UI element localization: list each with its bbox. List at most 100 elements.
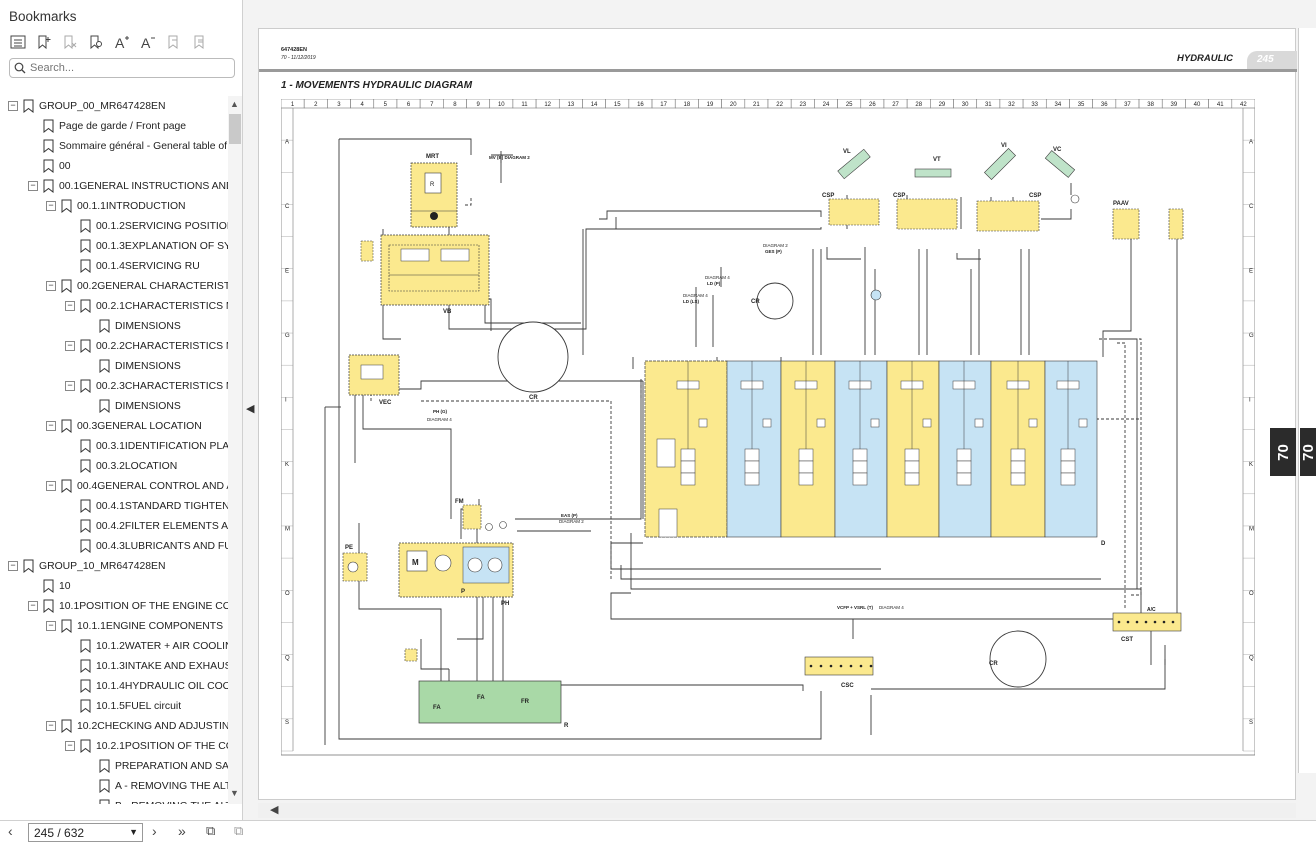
- bookmark-item[interactable]: − GROUP_00_MR647428EN: [8, 96, 165, 116]
- bookmark-item[interactable]: − 00.1GENERAL INSTRUCTIONS AND SA: [28, 176, 228, 196]
- svg-text:A: A: [141, 35, 151, 50]
- row-label: Q: [285, 655, 290, 661]
- spool-cell: [744, 448, 760, 462]
- add-bookmark-icon[interactable]: [34, 33, 54, 51]
- last-page-icon[interactable]: »: [178, 823, 186, 839]
- column-label: 19: [707, 102, 714, 108]
- collapse-toggle-icon[interactable]: −: [28, 181, 38, 191]
- page-selector[interactable]: 245 / 632 ▼: [28, 823, 143, 842]
- bookmark-item[interactable]: − 00.1.1INTRODUCTION: [46, 196, 186, 216]
- horizontal-scrollbar[interactable]: ◀: [258, 803, 1296, 818]
- collapse-toggle-icon[interactable]: −: [65, 341, 75, 351]
- bookmark-item[interactable]: − 10.1.1ENGINE COMPONENTS: [46, 616, 223, 636]
- port-dot: [859, 664, 863, 668]
- port-dot: [1162, 620, 1166, 624]
- bookmark-item[interactable]: − 00.2.2CHARACTERISTICS MRT: [65, 336, 228, 356]
- bookmark-item[interactable]: 10.1.4HYDRAULIC OIL COOL: [65, 676, 228, 696]
- bookmark-item[interactable]: Sommaire général - General table of c: [28, 136, 228, 156]
- collapse-toggle-icon[interactable]: −: [65, 381, 75, 391]
- previous-page-icon[interactable]: ‹: [8, 823, 13, 839]
- bookmark-icon: [80, 639, 91, 653]
- options-menu-icon[interactable]: [8, 33, 28, 51]
- delete-bookmark-icon[interactable]: [60, 33, 80, 51]
- collapse-bookmark-icon[interactable]: [190, 33, 210, 51]
- single-page-view-icon[interactable]: ⧉: [206, 823, 215, 839]
- scroll-up-icon[interactable]: ▲: [230, 99, 239, 109]
- bookmark-item[interactable]: − 00.2.1CHARACTERISTICS MRT: [65, 296, 228, 316]
- bookmark-item[interactable]: 00.3.1IDENTIFICATION PLATES: [65, 436, 228, 456]
- bookmark-item[interactable]: − 00.4GENERAL CONTROL AND AD: [46, 476, 228, 496]
- expand-bookmark-icon[interactable]: [164, 33, 184, 51]
- spool-cell: [744, 460, 760, 474]
- bookmark-item[interactable]: A - REMOVING THE ALT: [84, 776, 228, 796]
- decrease-text-size-icon[interactable]: A: [138, 33, 158, 51]
- bookmark-label: 10.2.1POSITION OF THE COM: [96, 740, 228, 752]
- spool-cell: [680, 472, 696, 486]
- collapse-toggle-icon[interactable]: −: [65, 741, 75, 751]
- scroll-down-icon[interactable]: ▼: [230, 788, 239, 798]
- bookmark-label: 00.3GENERAL LOCATION: [77, 420, 202, 432]
- collapse-toggle-icon[interactable]: −: [28, 601, 38, 611]
- bookmark-item[interactable]: 00.1.4SERVICING RU: [65, 256, 200, 276]
- collapse-toggle-icon[interactable]: −: [65, 301, 75, 311]
- bookmark-item[interactable]: DIMENSIONS: [84, 316, 181, 336]
- collapse-toggle-icon[interactable]: −: [8, 101, 18, 111]
- two-page-view-icon[interactable]: ⧉: [234, 823, 243, 839]
- column-label: 16: [637, 102, 644, 108]
- bookmark-item[interactable]: 10: [28, 576, 71, 596]
- find-bookmark-icon[interactable]: [86, 33, 106, 51]
- fm-block: [462, 504, 482, 530]
- bookmark-item[interactable]: Page de garde / Front page: [28, 116, 186, 136]
- port-dot: [809, 664, 813, 668]
- bookmark-item[interactable]: 00.1.3EXPLANATION OF SYM: [65, 236, 228, 256]
- scroll-left-icon[interactable]: ◀: [270, 803, 278, 816]
- collapse-toggle-icon[interactable]: −: [46, 721, 56, 731]
- bookmark-item[interactable]: DIMENSIONS: [84, 396, 181, 416]
- bookmark-label: 00.2.2CHARACTERISTICS MRT: [96, 340, 228, 352]
- bookmark-item[interactable]: B - REMOVING THE ALT: [84, 796, 228, 804]
- search-icon: [10, 62, 30, 74]
- bookmark-item[interactable]: 00: [28, 156, 71, 176]
- label-vc: VC: [1053, 147, 1062, 153]
- bookmark-search[interactable]: [9, 58, 235, 78]
- bookmark-item[interactable]: − 00.2GENERAL CHARACTERISTICS A: [46, 276, 228, 296]
- scroll-thumb[interactable]: [229, 114, 241, 144]
- collapse-toggle-icon[interactable]: −: [8, 561, 18, 571]
- bookmark-item[interactable]: 10.1.5FUEL circuit: [65, 696, 181, 716]
- bookmark-item[interactable]: − 00.3GENERAL LOCATION: [46, 416, 202, 436]
- collapse-toggle-icon[interactable]: −: [46, 281, 56, 291]
- bookmark-item[interactable]: 00.4.1STANDARD TIGHTENING: [65, 496, 228, 516]
- bookmark-item[interactable]: 00.3.2LOCATION: [65, 456, 177, 476]
- bookmark-scrollbar[interactable]: ▲ ▼: [228, 96, 242, 804]
- bookmark-item[interactable]: DIMENSIONS: [84, 356, 181, 376]
- bookmark-item[interactable]: − 10.2CHECKING AND ADJUSTING T: [46, 716, 228, 736]
- collapse-toggle-icon[interactable]: −: [46, 621, 56, 631]
- label-diagram2-a: DIAGRAM 2: [763, 243, 788, 248]
- increase-text-size-icon[interactable]: A: [112, 33, 132, 51]
- collapse-toggle-icon[interactable]: −: [46, 201, 56, 211]
- bookmark-label: 00: [59, 160, 71, 172]
- next-page-icon[interactable]: ›: [152, 823, 157, 839]
- bookmark-item[interactable]: − 10.1POSITION OF THE ENGINE COMP: [28, 596, 228, 616]
- bookmark-item[interactable]: 00.1.2SERVICING POSITION: [65, 216, 228, 236]
- bookmark-item[interactable]: − GROUP_10_MR647428EN: [8, 556, 165, 576]
- page-indicator: 245 / 632: [34, 826, 85, 840]
- bookmark-item[interactable]: − 00.2.3CHARACTERISTICS MRT: [65, 376, 228, 396]
- bookmark-item[interactable]: − 10.2.1POSITION OF THE COM: [65, 736, 228, 756]
- bookmark-item[interactable]: 00.4.2FILTER ELEMENTS AND: [65, 516, 228, 536]
- bookmark-item[interactable]: 10.1.2WATER + AIR COOLING: [65, 636, 228, 656]
- paav-block: [1112, 208, 1140, 240]
- search-input[interactable]: [30, 62, 220, 74]
- bookmark-item[interactable]: 00.4.3LUBRICANTS AND FUEL: [65, 536, 228, 556]
- collapse-toggle-icon[interactable]: −: [46, 481, 56, 491]
- bookmark-item[interactable]: PREPARATION AND SAFI: [84, 756, 228, 776]
- collapse-toggle-icon[interactable]: −: [46, 421, 56, 431]
- bookmark-label: 00.1GENERAL INSTRUCTIONS AND SA: [59, 180, 228, 192]
- spool-cell: [956, 448, 972, 462]
- bookmark-item[interactable]: 10.1.3INTAKE AND EXHAUST: [65, 656, 228, 676]
- collapse-panel-icon[interactable]: ◀: [246, 402, 254, 415]
